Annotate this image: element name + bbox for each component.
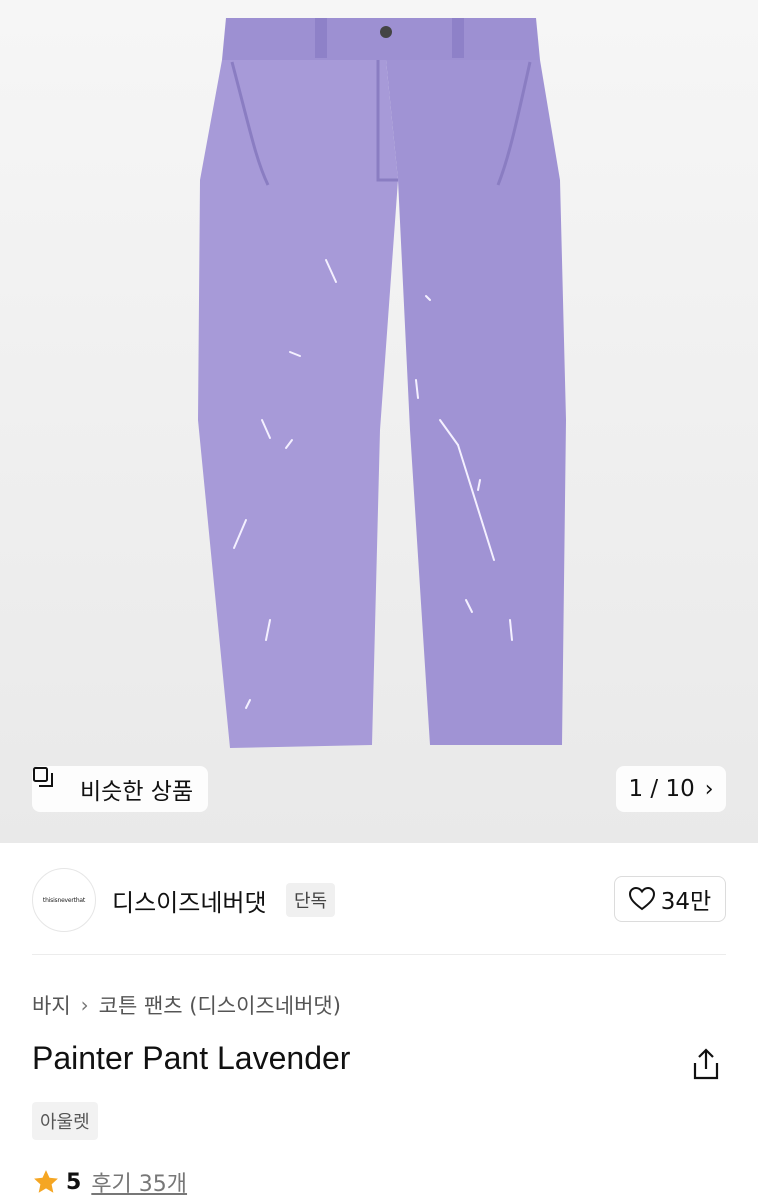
product-title: Painter Pant Lavender	[32, 1040, 351, 1076]
breadcrumb-category[interactable]: 바지	[32, 990, 71, 1020]
breadcrumb-subcategory[interactable]: 코튼 팬츠 (디스이즈네버댓)	[99, 990, 341, 1020]
brand-name-link[interactable]: 디스이즈네버댓	[112, 883, 267, 918]
copy-icon	[33, 767, 70, 800]
exclusive-badge: 단독	[286, 883, 336, 917]
like-count: 34만	[660, 889, 712, 915]
image-pager-button[interactable]: 1 / 10 ›	[616, 766, 726, 812]
brand-row: thisisneverthat 디스이즈네버댓 단독 34만	[0, 843, 758, 955]
product-image[interactable]: 비슷한 상품 1 / 10 ›	[0, 0, 758, 843]
like-button[interactable]: 34만	[614, 876, 726, 922]
rating-row: 5 후기 35개	[32, 1166, 187, 1198]
rating-score: 5	[66, 1169, 82, 1195]
star-icon	[32, 1168, 60, 1196]
reviews-link[interactable]: 후기 35개	[91, 1166, 187, 1198]
chevron-right-icon: ›	[704, 776, 714, 802]
heart-icon	[628, 887, 655, 911]
outlet-tag: 아울렛	[32, 1102, 98, 1140]
share-button[interactable]	[690, 1047, 722, 1081]
image-counter: 1 / 10	[628, 776, 695, 802]
similar-products-label: 비슷한 상품	[80, 779, 194, 805]
chevron-right-icon: ›	[80, 993, 89, 1017]
breadcrumb: 바지 › 코튼 팬츠 (디스이즈네버댓)	[32, 990, 341, 1020]
brand-logo-text: thisisneverthat	[42, 896, 86, 904]
brand-logo[interactable]: thisisneverthat	[32, 868, 96, 932]
pants-illustration	[198, 18, 566, 748]
share-icon	[693, 1048, 719, 1080]
divider	[32, 954, 726, 955]
similar-products-button[interactable]: 비슷한 상품	[32, 766, 208, 812]
